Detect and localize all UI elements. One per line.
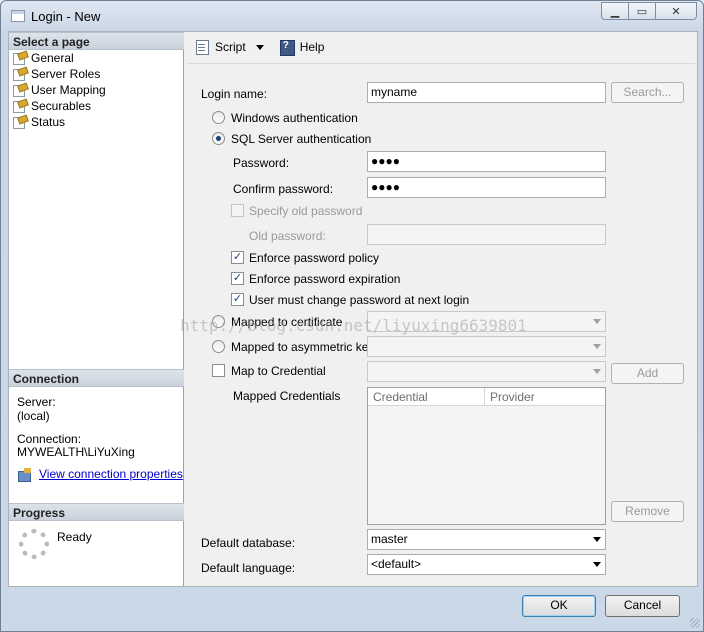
page-item-securables[interactable]: Securables [9,98,184,114]
page-item-label: Server Roles [31,67,101,81]
must-change-checkbox[interactable]: ✓ [231,293,244,306]
password-input[interactable]: ●●●● [367,151,606,172]
help-label: Help [299,40,325,54]
connection-value: MYWEALTH\LiYuXing [17,445,135,459]
sql-auth-label: SQL Server authentication [231,132,372,146]
resize-grip[interactable] [690,618,700,628]
right-pane: Script Help Login name: myname Search...… [185,32,697,586]
default-database-value: master [371,532,408,546]
specify-old-password-label: Specify old password [249,204,363,218]
grid-header: Credential Provider [368,388,605,406]
chevron-down-icon [593,562,601,567]
search-button[interactable]: Search... [611,82,684,103]
windows-auth-radio[interactable] [212,111,225,124]
grid-column-provider[interactable]: Provider [485,388,605,406]
sql-auth-radio[interactable] [212,132,225,145]
page-item-label: General [31,51,74,65]
page-icon [13,116,27,129]
close-icon: ✕ [671,5,681,18]
enforce-expiration-checkbox[interactable]: ✓ [231,272,244,285]
connection-properties-icon [17,467,33,482]
chevron-down-icon [255,44,264,50]
script-button[interactable]: Script [191,38,272,56]
progress-spinner-icon [19,529,49,559]
minimize-button[interactable]: ▁ [601,2,629,20]
script-icon [195,40,211,55]
progress-header: Progress [9,503,184,521]
old-password-input[interactable] [367,224,606,245]
left-pane: Select a page General Server Roles User … [9,32,184,586]
mapped-credentials-label: Mapped Credentials [233,389,341,403]
page-item-general[interactable]: General [9,50,184,66]
maximize-icon: ▭ [636,5,648,18]
close-button[interactable]: ✕ [655,2,697,20]
map-credential-checkbox[interactable] [212,364,225,377]
default-database-select[interactable]: master [367,529,606,550]
page-icon [13,100,27,113]
add-credential-button[interactable]: Add [611,363,684,384]
specify-old-password-checkbox[interactable] [231,204,244,217]
help-button[interactable]: Help [276,38,329,57]
must-change-label: User must change password at next login [249,293,470,307]
chevron-down-icon [593,369,601,374]
page-icon [13,52,27,65]
minimize-icon: ▁ [610,5,620,18]
page-icon [13,68,27,81]
chevron-down-icon [593,537,601,542]
default-language-value: <default> [371,557,422,571]
password-label: Password: [233,156,290,170]
map-credential-label: Map to Credential [231,364,326,378]
help-icon [279,39,296,56]
mapped-asymmetric-key-label: Mapped to asymmetric key [231,340,375,354]
default-language-select[interactable]: <default> [367,554,606,575]
window-title: Login - New [31,8,101,24]
enforce-expiration-label: Enforce password expiration [249,272,401,286]
cancel-button[interactable]: Cancel [605,595,680,617]
page-item-label: User Mapping [31,83,106,97]
select-page-header: Select a page [9,32,184,50]
chevron-down-icon [593,319,601,324]
login-name-label: Login name: [201,87,268,101]
title-bar: Login - New [11,7,100,25]
asymmetric-key-select[interactable] [367,336,606,357]
default-language-label: Default language: [201,561,296,575]
enforce-policy-checkbox[interactable]: ✓ [231,251,244,264]
toolbar: Script Help [185,32,697,62]
dialog-client: Select a page General Server Roles User … [8,31,698,587]
watermark-text: http://blog.csdn.net/liyuxing6639801 [180,316,527,335]
windows-auth-label: Windows authentication [231,111,358,125]
progress-status: Ready [57,530,92,544]
window-icon [11,10,25,22]
page-item-server-roles[interactable]: Server Roles [9,66,184,82]
credential-select[interactable] [367,361,606,382]
server-value: (local) [17,409,50,423]
connection-header: Connection [9,369,184,387]
ok-button[interactable]: OK [522,595,596,617]
enforce-policy-label: Enforce password policy [249,251,380,265]
view-connection-properties[interactable]: View connection properties [17,467,183,482]
caption-buttons: ▁ ▭ ✕ [601,2,697,20]
server-label: Server: [17,395,56,409]
page-item-label: Securables [31,99,92,113]
remove-credential-button[interactable]: Remove [611,501,684,522]
confirm-password-label: Confirm password: [233,182,334,196]
confirm-password-input[interactable]: ●●●● [367,177,606,198]
login-name-input[interactable]: myname [367,82,606,103]
mapped-credentials-grid[interactable]: Credential Provider [367,387,606,525]
view-connection-link-text: View connection properties [39,467,183,481]
script-label: Script [215,40,246,54]
connection-label: Connection: [17,432,82,446]
maximize-button[interactable]: ▭ [628,2,656,20]
page-item-label: Status [31,115,66,129]
mapped-asymmetric-key-radio[interactable] [212,340,225,353]
chevron-down-icon [593,344,601,349]
page-item-user-mapping[interactable]: User Mapping [9,82,184,98]
old-password-label: Old password: [249,229,326,243]
page-icon [13,84,27,97]
page-item-status[interactable]: Status [9,114,184,130]
page-list: General Server Roles User Mapping Secura… [9,50,184,130]
default-database-label: Default database: [201,536,296,550]
grid-column-credential[interactable]: Credential [368,388,485,406]
